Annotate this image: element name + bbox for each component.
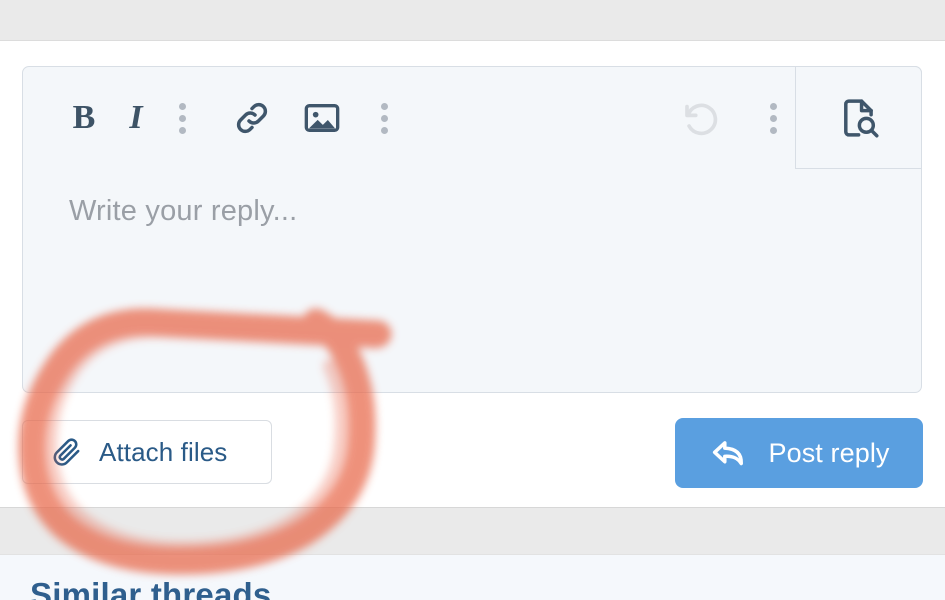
vertical-dots-icon [380,114,388,122]
undo-icon [685,103,718,136]
toolbar-left-group: B I [58,67,404,169]
vertical-dots-icon [178,126,186,134]
italic-button[interactable]: I [110,88,162,148]
top-toolbar-strip [0,0,945,41]
paperclip-icon [51,436,83,468]
similar-threads-title: Similar threads [30,576,272,600]
undo-button[interactable] [671,88,731,148]
attach-files-button[interactable]: Attach files [22,420,272,484]
link-icon [236,102,268,134]
post-reply-label: Post reply [768,437,890,468]
vertical-dots-icon [178,102,186,110]
attach-files-label: Attach files [99,436,228,467]
vertical-dots-icon [769,114,777,122]
editor-toolbar: B I [23,66,922,169]
image-icon [304,103,340,133]
preview-button[interactable] [795,66,922,169]
vertical-dots-icon [380,102,388,110]
reply-editor-page: B I Write your reply... Attach files Pos… [0,0,945,600]
more-insert-menu[interactable] [364,88,404,148]
italic-icon: I [129,99,143,136]
toolbar-right-group [671,67,793,169]
bold-icon: B [72,99,96,136]
more-options-menu[interactable] [753,88,793,148]
bold-button[interactable]: B [58,88,110,148]
more-formatting-menu[interactable] [162,88,202,148]
vertical-dots-icon [769,126,777,134]
page-body: B I Write your reply... Attach files Pos… [0,42,945,507]
vertical-dots-icon [178,114,186,122]
similar-threads-section: Similar threads [0,555,945,600]
post-reply-button[interactable]: Post reply [675,418,923,488]
reply-editor[interactable]: B I Write your reply... [22,66,922,393]
link-button[interactable] [224,88,280,148]
section-divider [0,507,945,555]
document-search-icon [843,98,879,138]
reply-arrow-icon [708,432,750,474]
vertical-dots-icon [769,102,777,110]
reply-placeholder-text[interactable]: Write your reply... [69,195,297,228]
vertical-dots-icon [380,126,388,134]
image-button[interactable] [294,88,350,148]
